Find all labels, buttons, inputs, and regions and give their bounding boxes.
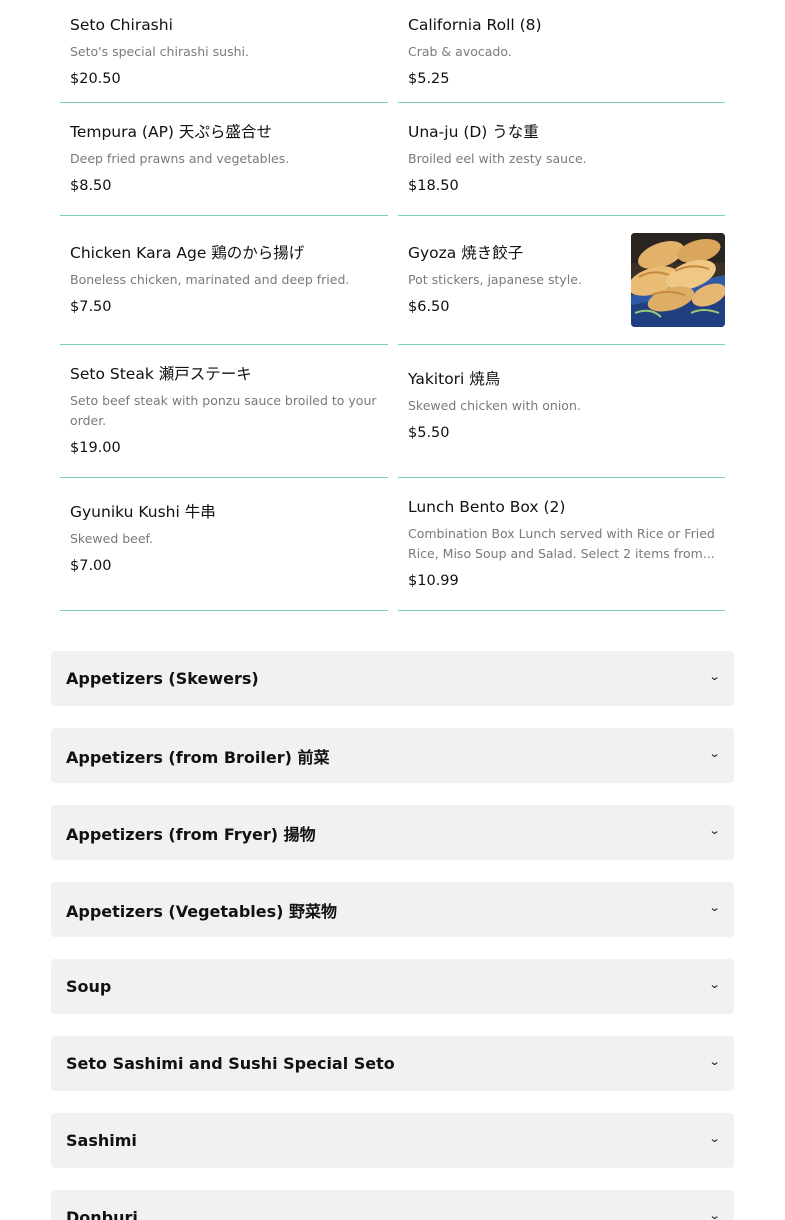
item-price: $7.00 [70,558,112,574]
menu-item-text: Yakitori 焼鳥 Skewed chicken with onion. $… [408,369,715,443]
category-appetizers-fryer[interactable]: Appetizers (from Fryer) 揚物 ⌄ [51,805,734,860]
featured-menu-grid: Seto Chirashi Seto's special chirashi su… [60,0,725,611]
gyoza-photo[interactable] [631,233,725,327]
menu-item-text: California Roll (8) Crab & avocado. $5.2… [408,15,715,89]
menu-item-seto-chirashi[interactable]: Seto Chirashi Seto's special chirashi su… [60,0,388,103]
item-price: $18.50 [408,178,459,194]
item-description: Boneless chicken, marinated and deep fri… [70,272,350,287]
item-description: Deep fried prawns and vegetables. [70,151,290,166]
item-name: Yakitori 焼鳥 [408,370,501,388]
menu-item-seto-steak[interactable]: Seto Steak 瀬戸ステーキ Seto beef steak with p… [60,345,388,478]
chevron-down-icon[interactable]: ⌄ [708,824,720,837]
item-price: $8.50 [70,178,112,194]
category-seto-sashimi-sushi-special[interactable]: Seto Sashimi and Sushi Special Seto ⌄ [51,1036,734,1091]
menu-page: Seto Chirashi Seto's special chirashi su… [0,0,785,1220]
category-title: Soup [66,977,112,996]
item-description: Crab & avocado. [408,43,512,59]
item-name: Tempura (AP) 天ぷら盛合せ [70,123,272,141]
menu-item-text: Chicken Kara Age 鶏のから揚げ Boneless chicken… [70,243,378,317]
menu-item-una-ju[interactable]: Una-ju (D) うな重 Broiled eel with zesty sa… [398,103,725,216]
item-description: Seto beef steak with ponzu sauce broiled… [70,393,377,428]
chevron-down-icon[interactable]: ⌄ [708,1209,720,1220]
category-title: Seto Sashimi and Sushi Special Seto [66,1054,395,1073]
category-sashimi[interactable]: Sashimi ⌄ [51,1113,734,1168]
menu-item-text: Seto Chirashi Seto's special chirashi su… [70,15,378,89]
category-title: Sashimi [66,1131,137,1150]
menu-item-california-roll[interactable]: California Roll (8) Crab & avocado. $5.2… [398,0,725,103]
category-soup[interactable]: Soup ⌄ [51,959,734,1014]
item-name: Seto Steak 瀬戸ステーキ [70,365,252,383]
category-title: Donburi [66,1208,138,1220]
category-appetizers-broiler[interactable]: Appetizers (from Broiler) 前菜 ⌄ [51,728,734,783]
item-name: Gyuniku Kushi 牛串 [70,503,216,521]
item-name: Lunch Bento Box (2) [408,498,566,516]
menu-item-gyuniku-kushi[interactable]: Gyuniku Kushi 牛串 Skewed beef. $7.00 [60,478,388,611]
item-price: $19.00 [70,440,121,456]
menu-item-text: Lunch Bento Box (2) Combination Box Lunc… [408,497,715,591]
menu-item-text: Gyuniku Kushi 牛串 Skewed beef. $7.00 [70,502,378,576]
chevron-down-icon[interactable]: ⌄ [708,747,720,760]
item-description: Broiled eel with zesty sauce. [408,151,587,166]
menu-item-chicken-kara-age[interactable]: Chicken Kara Age 鶏のから揚げ Boneless chicken… [60,216,388,345]
chevron-down-icon[interactable]: ⌄ [708,901,720,914]
category-title: Appetizers (Vegetables) 野菜物 [66,901,338,921]
category-title: Appetizers (Skewers) [66,669,259,688]
menu-item-yakitori[interactable]: Yakitori 焼鳥 Skewed chicken with onion. $… [398,345,725,478]
item-name: Gyoza 焼き餃子 [408,244,524,262]
item-description: Pot stickers, japanese style. [408,272,582,287]
chevron-down-icon[interactable]: ⌄ [708,1055,720,1068]
item-price: $10.99 [408,573,459,589]
item-description: Combination Box Lunch served with Rice o… [408,526,715,561]
menu-item-gyoza[interactable]: Gyoza 焼き餃子 Pot stickers, japanese style.… [398,216,725,345]
item-price: $5.25 [408,70,450,87]
menu-item-text: Una-ju (D) うな重 Broiled eel with zesty sa… [408,122,715,196]
item-name: California Roll (8) [408,15,542,34]
chevron-down-icon[interactable]: ⌄ [708,670,720,683]
chevron-down-icon[interactable]: ⌄ [708,1132,720,1145]
menu-item-tempura[interactable]: Tempura (AP) 天ぷら盛合せ Deep fried prawns an… [60,103,388,216]
item-description: Skewed beef. [70,531,154,546]
item-price: $5.50 [408,425,450,441]
category-appetizers-vegetables[interactable]: Appetizers (Vegetables) 野菜物 ⌄ [51,882,734,937]
menu-item-lunch-bento-box[interactable]: Lunch Bento Box (2) Combination Box Lunc… [398,478,725,611]
category-appetizers-skewers[interactable]: Appetizers (Skewers) ⌄ [51,651,734,706]
item-name: Una-ju (D) うな重 [408,123,539,141]
item-description: Skewed chicken with onion. [408,398,581,413]
chevron-down-icon[interactable]: ⌄ [708,978,720,991]
category-title: Appetizers (from Broiler) 前菜 [66,747,330,767]
item-price: $7.50 [70,299,112,315]
item-name: Seto Chirashi [70,15,173,34]
menu-item-text: Seto Steak 瀬戸ステーキ Seto beef steak with p… [70,364,378,458]
menu-item-text: Gyoza 焼き餃子 Pot stickers, japanese style.… [408,243,619,317]
category-title: Appetizers (from Fryer) 揚物 [66,824,316,844]
item-price: $20.50 [70,70,121,87]
item-name: Chicken Kara Age 鶏のから揚げ [70,244,305,262]
menu-item-text: Tempura (AP) 天ぷら盛合せ Deep fried prawns an… [70,122,378,196]
item-price: $6.50 [408,299,450,315]
category-donburi[interactable]: Donburi ⌄ [51,1190,734,1220]
item-description: Seto's special chirashi sushi. [70,43,249,59]
